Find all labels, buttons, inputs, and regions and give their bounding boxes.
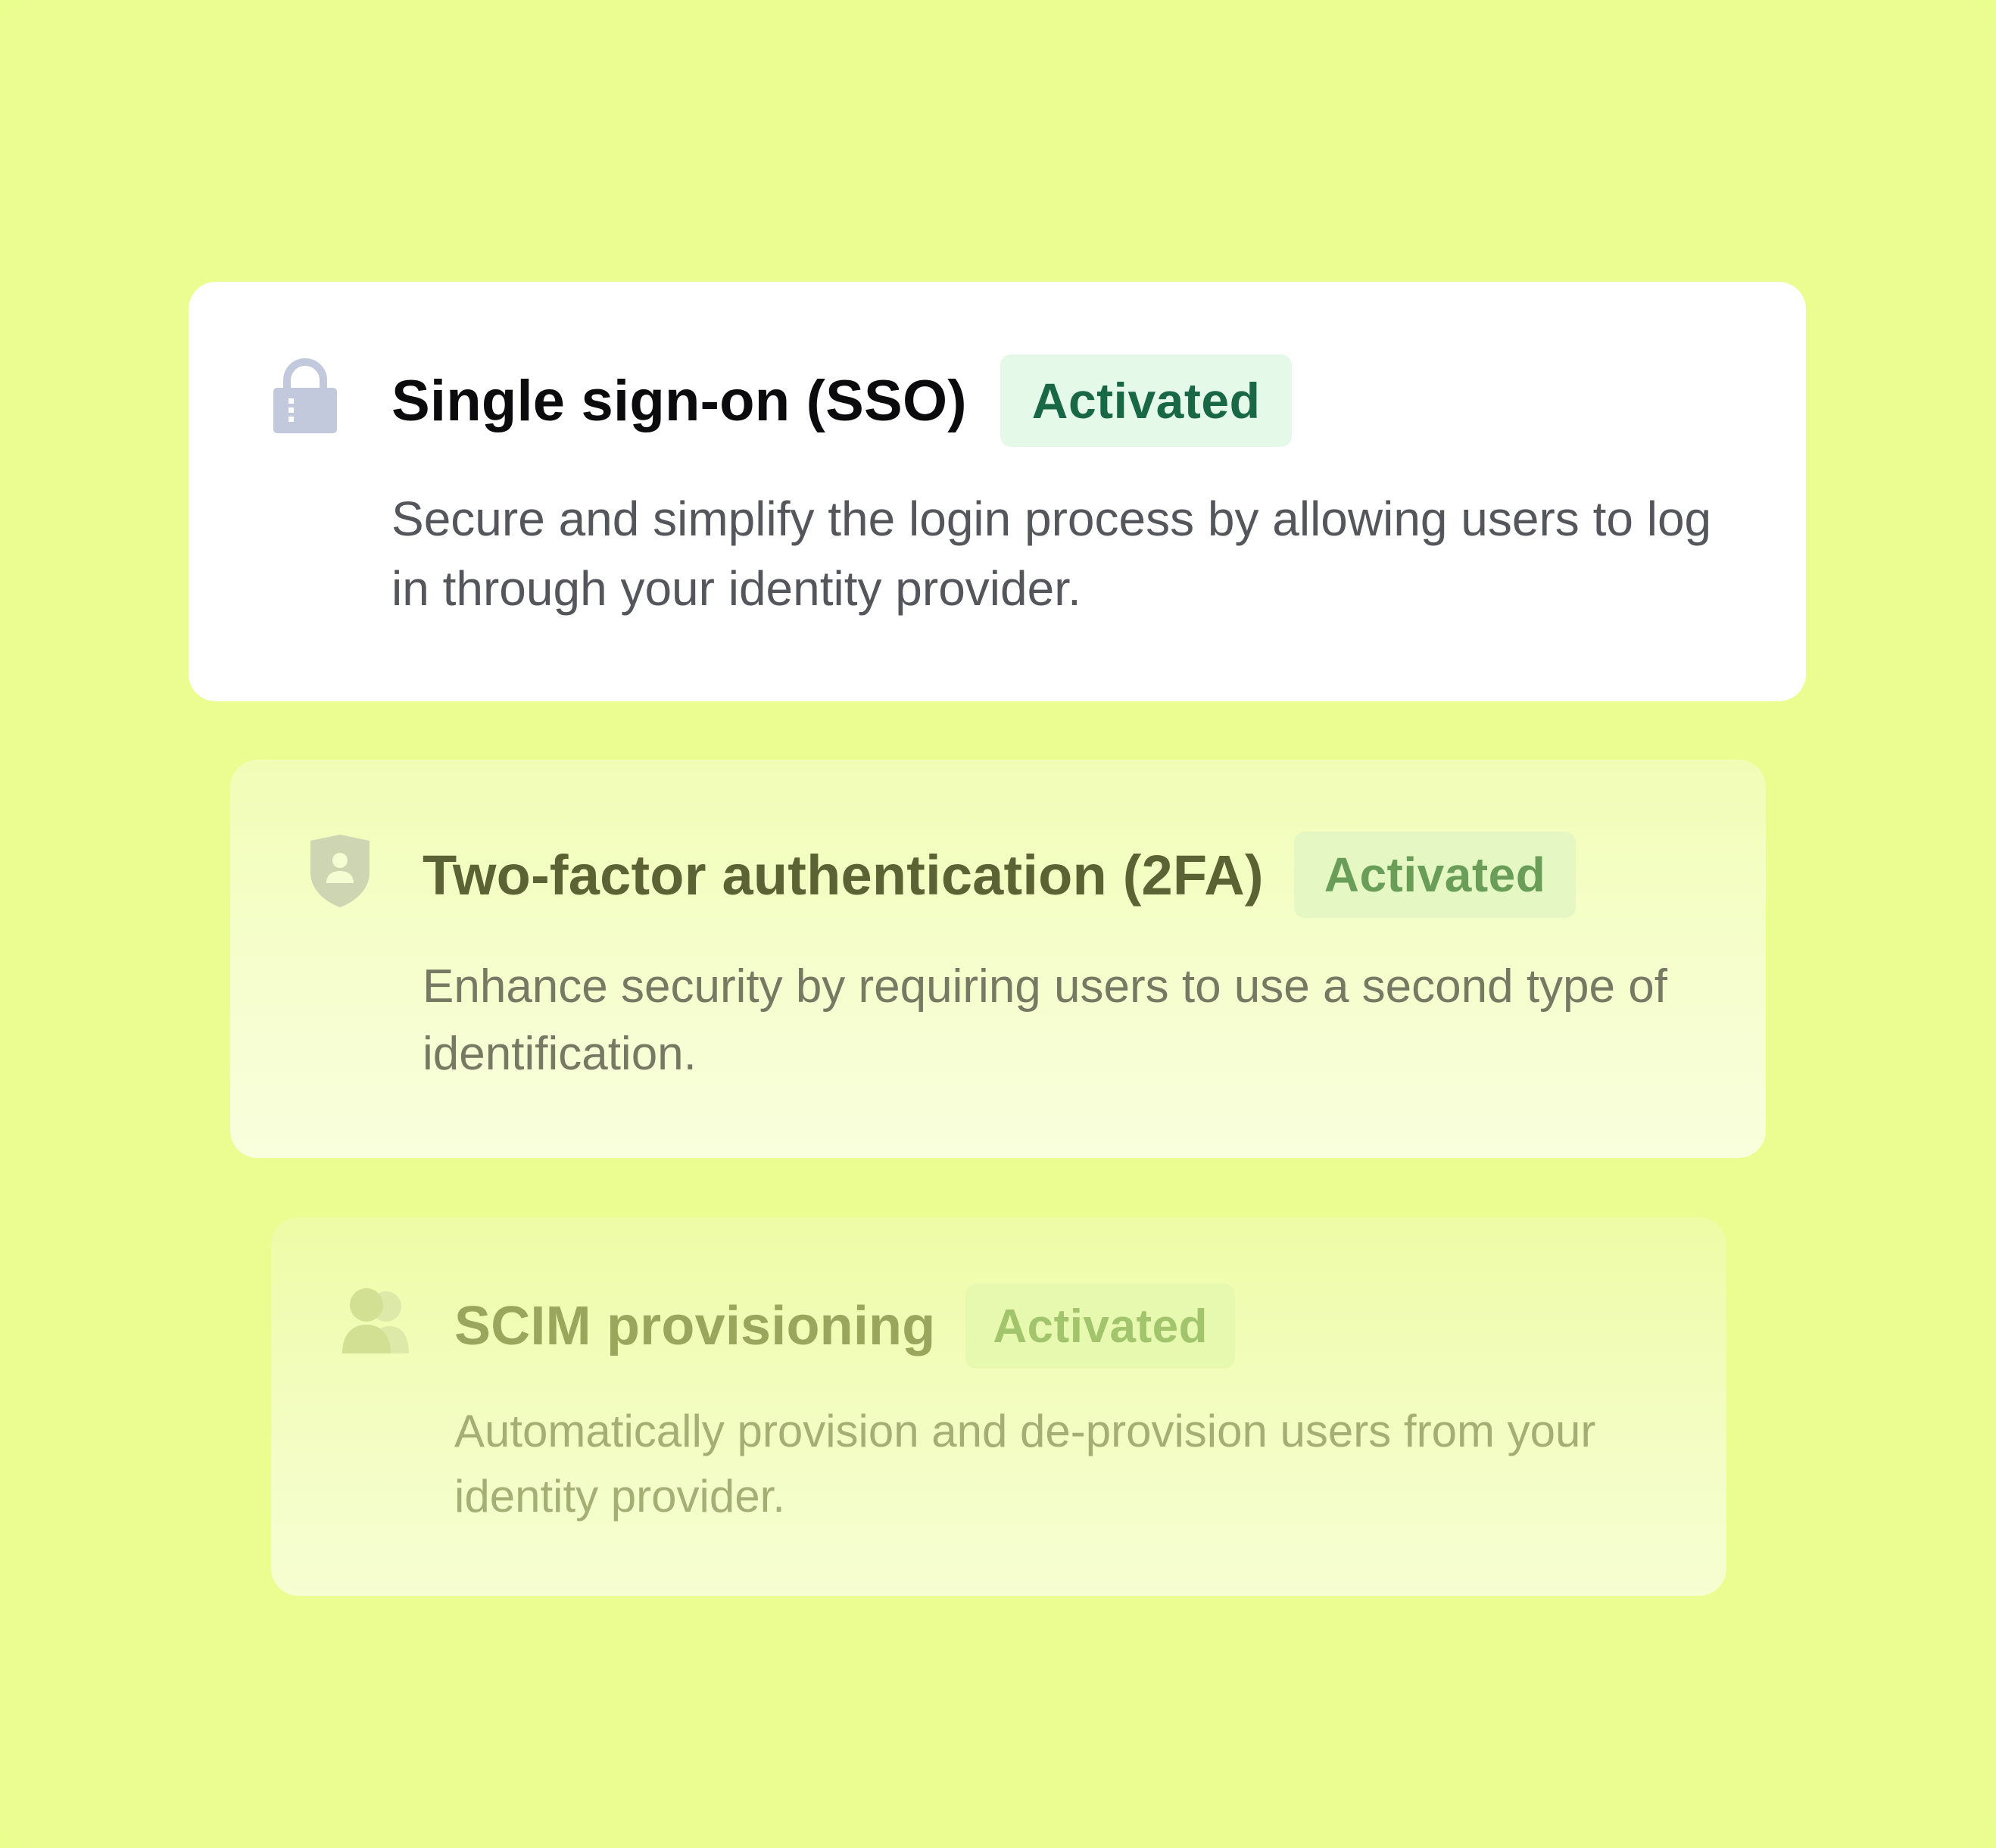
2fa-title-row: Two-factor authentication (2FA) Activate… <box>423 832 1577 918</box>
sso-title-row: Single sign-on (SSO) Activated <box>391 354 1293 447</box>
status-badge: Activated <box>1000 354 1293 447</box>
feature-card-2fa[interactable]: Two-factor authentication (2FA) Activate… <box>230 760 1766 1158</box>
users-icon <box>341 1285 410 1355</box>
feature-title: SCIM provisioning <box>454 1296 936 1356</box>
scim-title-row: SCIM provisioning Activated <box>454 1284 1235 1369</box>
background-canvas: Single sign-on (SSO) Activated Secure an… <box>0 0 1996 1848</box>
feature-title: Two-factor authentication (2FA) <box>423 843 1264 907</box>
feature-description: Secure and simplify the login process by… <box>391 492 1712 616</box>
shield-user-icon <box>309 833 371 909</box>
status-badge: Activated <box>965 1284 1235 1369</box>
lock-icon <box>273 357 337 433</box>
status-badge: Activated <box>1293 832 1577 918</box>
feature-description: Enhance security by requiring users to u… <box>423 960 1667 1080</box>
feature-card-sso[interactable]: Single sign-on (SSO) Activated Secure an… <box>189 282 1806 701</box>
feature-description: Automatically provision and de-provision… <box>454 1406 1596 1522</box>
feature-title: Single sign-on (SSO) <box>391 368 967 433</box>
feature-card-scim[interactable]: SCIM provisioning Activated Automaticall… <box>271 1217 1726 1596</box>
